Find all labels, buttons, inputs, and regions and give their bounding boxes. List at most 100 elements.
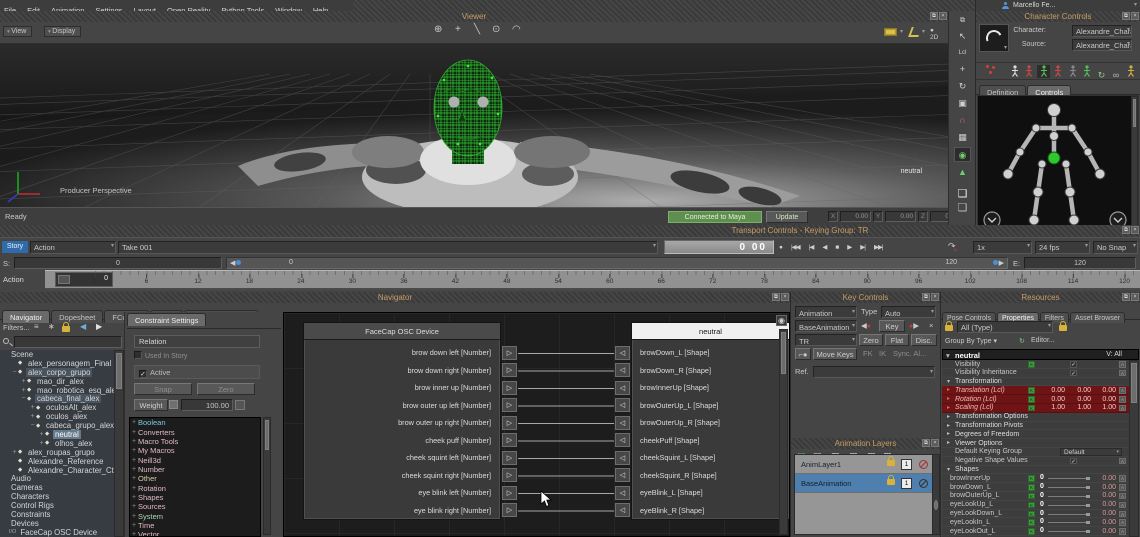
tree-item-cameras[interactable]: Cameras: [0, 483, 114, 492]
cube-display-2-icon[interactable]: ❏: [954, 201, 971, 216]
lock-icon[interactable]: [945, 325, 953, 331]
node-row-eyeblink-l-shape[interactable]: eyeBlink_L [Shape]◁: [632, 484, 789, 502]
translate-icon[interactable]: +: [954, 62, 971, 77]
filters-label[interactable]: Filters...: [3, 323, 30, 332]
input-connector[interactable]: ◁: [615, 381, 630, 395]
used-in-story-row[interactable]: Used In Story: [134, 351, 187, 361]
node-row-brow-down-right-number[interactable]: brow down right [Number]▷: [304, 362, 500, 380]
pencil-icon[interactable]: [994, 65, 1007, 78]
property-eyelookout-l[interactable]: eyeLookOut_LK00.00A: [942, 527, 1129, 536]
animated-icon[interactable]: A: [1119, 511, 1126, 518]
x-axis-value[interactable]: 0.00: [840, 211, 871, 222]
property-slider[interactable]: [1048, 522, 1090, 523]
animated-icon[interactable]: A: [1119, 493, 1126, 500]
tree-item-devices[interactable]: Devices: [0, 519, 114, 528]
operator-neill3d[interactable]: +Neill3d: [130, 455, 260, 464]
property-translation-lcl[interactable]: ▸Translation (Lcl)K0.000.000.00A: [942, 386, 1129, 395]
type-filter-dropdown[interactable]: All (Type)▾: [957, 321, 1053, 333]
animated-icon[interactable]: A: [1119, 484, 1126, 491]
reference-dropdown[interactable]: ▾: [813, 366, 935, 378]
property-checkbox[interactable]: ✓: [1070, 458, 1077, 465]
input-connector[interactable]: ◁: [615, 433, 630, 447]
tree-item-alexandre-character-ctrl-r[interactable]: ◆Alexandre_Character_Ctrl_R: [0, 466, 114, 475]
input-connector[interactable]: ◁: [615, 503, 630, 517]
keyable-icon[interactable]: K: [1028, 502, 1035, 509]
input-connector[interactable]: ◁: [615, 486, 630, 500]
used-in-story-checkbox[interactable]: [134, 351, 142, 359]
keyable-icon[interactable]: K: [1028, 511, 1035, 518]
property-negative-shape-values[interactable]: Negative Shape Values✓A: [942, 457, 1129, 466]
property-browdown-l[interactable]: browDown_LK00.00A: [942, 483, 1129, 492]
rig-view-scrollbar[interactable]: [1131, 96, 1138, 232]
mirror-icon[interactable]: ↻: [1095, 65, 1108, 78]
cube-display-icon[interactable]: ❏: [954, 187, 971, 202]
zero-key-button[interactable]: Zero: [859, 334, 883, 346]
zoom-right-handle[interactable]: ▶: [992, 259, 1004, 267]
keyable-icon[interactable]: K: [1028, 519, 1035, 526]
tree-item-alexandre-reference[interactable]: ◆Alexandre_Reference: [0, 457, 114, 466]
float-panel-icon[interactable]: ⧉: [922, 439, 930, 447]
sync-toggle[interactable]: Sync. Al...: [893, 348, 926, 360]
output-connector[interactable]: ▷: [502, 416, 517, 430]
property-transformation[interactable]: ▾Transformation: [942, 378, 1129, 387]
output-connector[interactable]: ▷: [502, 363, 517, 377]
node-row-cheeksquint-l-shape[interactable]: cheekSquint_L [Shape]◁: [632, 449, 789, 467]
output-connector[interactable]: ▷: [502, 346, 517, 360]
play-button[interactable]: ▶: [847, 241, 851, 254]
playback-speed-dropdown[interactable]: 1x▾: [973, 241, 1032, 254]
end-frame-field[interactable]: 120: [1024, 257, 1136, 269]
operator-macro-tools[interactable]: +Macro Tools: [130, 437, 260, 446]
character-icon-yellow[interactable]: [1124, 65, 1137, 78]
property-visibility[interactable]: VisibilityK✓A: [942, 360, 1129, 369]
float-panel-icon[interactable]: ⧉: [1122, 12, 1130, 20]
layer-mute-icon[interactable]: [919, 479, 928, 488]
operator-time[interactable]: +Time: [130, 521, 260, 530]
close-panel-icon[interactable]: ×: [1131, 12, 1139, 20]
user-dropdown-icon[interactable]: ▾: [1134, 1, 1137, 8]
fk-toggle[interactable]: FK: [863, 348, 873, 360]
output-connector[interactable]: ▷: [502, 433, 517, 447]
weight-value-field[interactable]: 100.00: [181, 399, 233, 411]
close-panel-icon[interactable]: ×: [1131, 293, 1139, 301]
active-row[interactable]: ✓Active: [134, 365, 260, 379]
node-row-browouterup-l-shape[interactable]: browOuterUp_L [Shape]◁: [632, 397, 789, 415]
keyable-icon[interactable]: K: [1028, 361, 1035, 368]
tree-item-scene[interactable]: Scene: [0, 350, 114, 359]
float-panel-icon[interactable]: ⧉: [922, 293, 930, 301]
layer-baseanimation[interactable]: BaseAnimation1: [795, 474, 936, 493]
tree-item-cabeca-grupo-alex[interactable]: −◆cabeca_grupo_alex: [0, 421, 114, 430]
node-row-cheek-squint-left-number[interactable]: cheek squint left [Number]▷: [304, 449, 500, 467]
operator-rotation[interactable]: +Rotation: [130, 483, 260, 492]
node-row-eye-blink-right-number[interactable]: eye blink right [Number]▷: [304, 502, 500, 520]
move-keys-button[interactable]: Move Keys: [813, 348, 857, 360]
node-row-cheekpuff-shape[interactable]: cheekPuff [Shape]◁: [632, 432, 789, 450]
target-shape-node[interactable]: neutral browDown_L [Shape]◁browDown_R [S…: [631, 322, 790, 520]
close-panel-icon[interactable]: ×: [939, 12, 947, 20]
property-dropdown[interactable]: Default▾: [1060, 448, 1122, 456]
animated-icon[interactable]: A: [1119, 502, 1126, 509]
lock-icon-2[interactable]: [1059, 325, 1067, 331]
node-row-browdown-r-shape[interactable]: browDown_R [Shape]◁: [632, 362, 789, 380]
editor-button[interactable]: Editor...: [1031, 337, 1055, 344]
keyable-icon[interactable]: K: [1028, 484, 1035, 491]
node-row-brow-down-left-number[interactable]: brow down left [Number]▷: [304, 344, 500, 362]
story-toggle[interactable]: Story: [2, 241, 28, 253]
layers-scrollbar[interactable]: [932, 454, 940, 535]
property-scaling-lcl[interactable]: ▸Scaling (Lcl)K1.001.001.00A: [942, 404, 1129, 413]
node-row-cheek-squint-right-number[interactable]: cheek squint right [Number]▷: [304, 467, 500, 485]
fps-dropdown[interactable]: 24 fps▾: [1035, 241, 1090, 254]
key-button[interactable]: Key: [879, 320, 905, 332]
anim-layer-dropdown[interactable]: BaseAnimation▾: [795, 320, 857, 332]
tree-item-control-rigs[interactable]: Control Rigs: [0, 501, 114, 510]
input-connector[interactable]: ◁: [615, 346, 630, 360]
input-connector[interactable]: ◁: [615, 363, 630, 377]
tree-item-oculosalt-alex[interactable]: +◆oculosAlt_alex: [0, 403, 114, 412]
animated-icon[interactable]: A: [1119, 361, 1126, 368]
property-default-keying-group[interactable]: Default Keying GroupDefault▾: [942, 448, 1129, 457]
output-connector[interactable]: ▷: [502, 451, 517, 465]
fcurve-icon[interactable]: [908, 27, 922, 37]
character-dropdown[interactable]: Alexandre_Character▾: [1072, 25, 1132, 37]
character-icon-gray[interactable]: [1066, 65, 1079, 78]
blend-shape-icon[interactable]: ▲: [954, 165, 971, 180]
animated-icon[interactable]: A: [1119, 519, 1126, 526]
